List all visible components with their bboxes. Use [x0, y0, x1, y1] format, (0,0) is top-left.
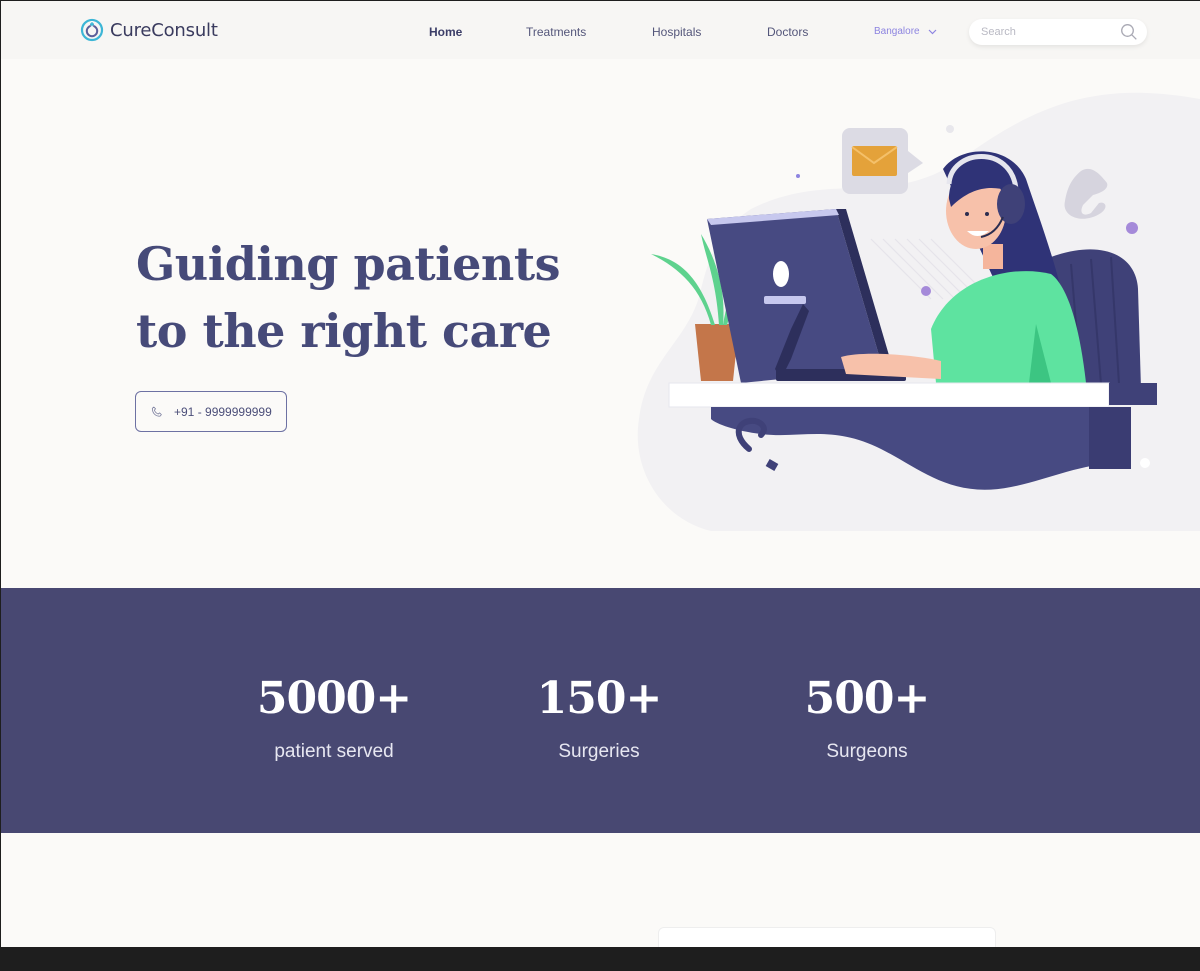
stat-label-surgeons: Surgeons	[826, 741, 908, 762]
search-icon[interactable]	[1120, 23, 1138, 41]
nav-hospitals[interactable]: Hospitals	[652, 25, 701, 39]
hero-title-line-1: Guiding patients	[136, 237, 561, 291]
stat-value-patients: 5000+	[256, 673, 412, 724]
phone-number: +91 - 9999999999	[174, 404, 272, 419]
location-dropdown[interactable]: Bangalore	[874, 26, 937, 37]
logo-icon	[80, 18, 104, 42]
nav-treatments[interactable]: Treatments	[526, 25, 586, 39]
content-card	[658, 927, 996, 947]
stat-value-surgeries: 150+	[536, 673, 663, 724]
call-button[interactable]: +91 - 9999999999	[135, 391, 287, 432]
nav-home[interactable]: Home	[429, 25, 462, 39]
search-box	[969, 19, 1147, 45]
nav-doctors[interactable]: Doctors	[767, 25, 808, 39]
stat-label-surgeries: Surgeries	[558, 741, 640, 762]
hero-title: Guiding patients to the right care	[136, 231, 596, 365]
support-agent-illustration	[637, 92, 1200, 531]
top-navbar: CureConsult Home Treatments Hospitals Do…	[1, 1, 1200, 59]
stats-section: 5000+ patient served 150+ Surgeries 500+…	[1, 588, 1200, 833]
search-input[interactable]	[981, 23, 1111, 41]
page: CureConsult Home Treatments Hospitals Do…	[1, 1, 1200, 947]
brand-logo[interactable]: CureConsult	[80, 18, 218, 42]
phone-icon	[151, 406, 162, 417]
brand-name: CureConsult	[110, 19, 218, 41]
hero-title-line-2: to the right care	[136, 304, 552, 358]
stat-value-surgeons: 500+	[804, 673, 931, 724]
location-label: Bangalore	[874, 26, 920, 37]
chevron-down-icon	[928, 29, 937, 34]
stat-label-patients: patient served	[274, 741, 394, 762]
